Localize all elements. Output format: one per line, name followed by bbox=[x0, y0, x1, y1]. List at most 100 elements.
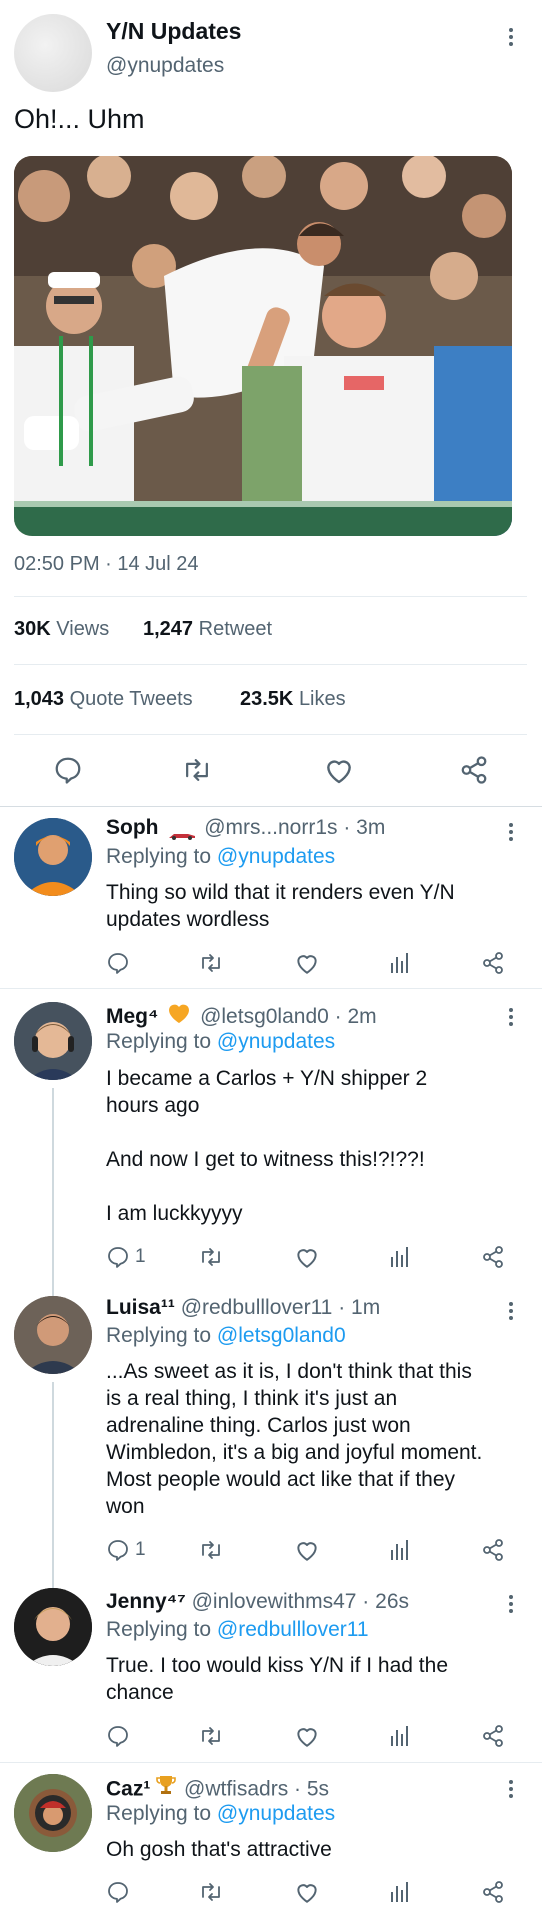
replying-to-label: Replying to bbox=[106, 1030, 212, 1053]
reply-handle[interactable]: @redbulllover11 · 1m bbox=[181, 1296, 381, 1319]
trophy-icon bbox=[156, 1774, 176, 1802]
replying-to: Replying to @ynupdates bbox=[106, 1802, 335, 1826]
like-icon[interactable] bbox=[323, 755, 355, 785]
reply-text-line: adrenaline thing. Carlos just won bbox=[106, 1414, 411, 1437]
reply-text: ...As sweet as it is, I don't think that… bbox=[106, 1358, 482, 1520]
reply-text-line: Thing so wild that it renders even Y/N bbox=[106, 881, 455, 904]
tweet-photo[interactable] bbox=[14, 156, 512, 536]
reply-text-line: Most people would act like that if they bbox=[106, 1468, 456, 1491]
like-icon[interactable] bbox=[294, 951, 320, 975]
retweet-icon[interactable] bbox=[198, 1245, 224, 1269]
analytics-icon[interactable] bbox=[389, 951, 411, 975]
reply-display-name[interactable]: Meg⁴ bbox=[106, 1005, 158, 1028]
reply-text-line: is a real thing, I think it's just an bbox=[106, 1387, 398, 1410]
reply-icon[interactable] bbox=[106, 1724, 130, 1748]
like-icon[interactable] bbox=[294, 1245, 320, 1269]
views-label: Views bbox=[56, 618, 110, 640]
replying-to-handle[interactable]: @ynupdates bbox=[217, 1802, 335, 1825]
reply-handle[interactable]: @letsg0land0 · 2m bbox=[200, 1005, 377, 1028]
reply-handle[interactable]: @mrs...norr1s · 3m bbox=[204, 816, 385, 839]
reply-header: Jenny⁴⁷ @inlovewithms47 · 26s bbox=[106, 1590, 409, 1614]
share-icon[interactable] bbox=[481, 1538, 505, 1562]
reply-handle[interactable]: @wtfisadrs · 5s bbox=[184, 1778, 329, 1801]
retweet-icon[interactable] bbox=[181, 755, 213, 785]
crowd-photo-image bbox=[14, 156, 512, 536]
thread-line bbox=[52, 1382, 54, 1588]
reply-count: 1 bbox=[135, 1246, 146, 1267]
author-avatar[interactable] bbox=[14, 14, 92, 92]
more-options-icon[interactable] bbox=[508, 823, 514, 844]
retweet-icon[interactable] bbox=[198, 951, 224, 975]
reply-icon[interactable] bbox=[106, 1880, 130, 1904]
retweet-icon[interactable] bbox=[198, 1724, 224, 1748]
reply-text-line: True. I too would kiss Y/N if I had the bbox=[106, 1654, 448, 1677]
replying-to-label: Replying to bbox=[106, 845, 212, 868]
reply-display-name[interactable]: Soph bbox=[106, 816, 159, 839]
reply-header: Soph @mrs...norr1s · 3m bbox=[106, 816, 385, 840]
replying-to-handle[interactable]: @ynupdates bbox=[217, 1030, 335, 1053]
reply-avatar[interactable] bbox=[14, 1296, 92, 1374]
views-count: 30K bbox=[14, 618, 51, 640]
reply-text-line: updates wordless bbox=[106, 908, 270, 931]
more-options-icon[interactable] bbox=[508, 28, 514, 49]
reply-handle[interactable]: @inlovewithms47 · 26s bbox=[192, 1590, 409, 1613]
share-icon[interactable] bbox=[481, 1880, 505, 1904]
share-icon[interactable] bbox=[481, 1245, 505, 1269]
share-icon[interactable] bbox=[481, 951, 505, 975]
like-icon[interactable] bbox=[294, 1724, 320, 1748]
reply-text-line: And now I get to witness this!?!??! bbox=[106, 1148, 425, 1171]
reply-text-line: chance bbox=[106, 1681, 174, 1704]
likes-label: Likes bbox=[298, 688, 346, 710]
share-icon[interactable] bbox=[459, 755, 489, 785]
analytics-icon[interactable] bbox=[389, 1724, 411, 1748]
share-icon[interactable] bbox=[481, 1724, 505, 1748]
reply-icon[interactable] bbox=[53, 755, 83, 785]
retweet-stat[interactable]: 1,247 Retweet bbox=[143, 618, 272, 641]
more-options-icon[interactable] bbox=[508, 1595, 514, 1616]
reply-text: Oh gosh that's attractive bbox=[106, 1836, 332, 1863]
reply-display-name[interactable]: Jenny⁴⁷ bbox=[106, 1590, 186, 1613]
retweet-icon[interactable] bbox=[198, 1880, 224, 1904]
reply-icon[interactable] bbox=[106, 1245, 130, 1269]
likes-stat[interactable]: 23.5K Likes bbox=[240, 688, 346, 711]
like-icon[interactable] bbox=[294, 1538, 320, 1562]
replying-to-handle[interactable]: @letsg0land0 bbox=[217, 1324, 346, 1347]
tweet-text: Oh!... Uhm bbox=[14, 104, 145, 134]
reply-avatar[interactable] bbox=[14, 1002, 92, 1080]
analytics-icon[interactable] bbox=[389, 1880, 411, 1904]
replying-to-handle[interactable]: @redbulllover11 bbox=[217, 1618, 369, 1641]
reply-avatar[interactable] bbox=[14, 1774, 92, 1852]
reply-text: I became a Carlos + Y/N shipper 2 hours … bbox=[106, 1065, 427, 1227]
more-options-icon[interactable] bbox=[508, 1008, 514, 1029]
reply-display-name[interactable]: Caz¹ bbox=[106, 1778, 150, 1801]
author-display-name[interactable]: Y/N Updates bbox=[106, 18, 241, 45]
more-options-icon[interactable] bbox=[508, 1780, 514, 1801]
reply-text: True. I too would kiss Y/N if I had the … bbox=[106, 1652, 448, 1706]
retweet-count: 1,247 bbox=[143, 618, 194, 640]
reply-icon[interactable] bbox=[106, 1538, 130, 1562]
tweet-timestamp[interactable]: 02:50 PM · 14 Jul 24 bbox=[14, 553, 199, 576]
reply-count: 1 bbox=[135, 1539, 146, 1560]
retweet-icon[interactable] bbox=[198, 1538, 224, 1562]
author-handle[interactable]: @ynupdates bbox=[106, 54, 224, 78]
reply-icon[interactable] bbox=[106, 951, 130, 975]
replying-to-handle[interactable]: @ynupdates bbox=[217, 845, 335, 868]
views-stat[interactable]: 30K Views bbox=[14, 618, 109, 641]
retweet-label: Retweet bbox=[198, 618, 272, 640]
like-icon[interactable] bbox=[294, 1880, 320, 1904]
quote-count: 1,043 bbox=[14, 688, 65, 710]
reply-text-line: hours ago bbox=[106, 1094, 200, 1117]
reply-text-line: Oh gosh that's attractive bbox=[106, 1838, 332, 1861]
more-options-icon[interactable] bbox=[508, 1302, 514, 1323]
race-car-icon bbox=[168, 822, 196, 840]
reply-avatar[interactable] bbox=[14, 1588, 92, 1666]
analytics-icon[interactable] bbox=[389, 1245, 411, 1269]
reply-display-name[interactable]: Luisa¹¹ bbox=[106, 1296, 175, 1319]
quote-tweets-stat[interactable]: 1,043 Quote Tweets bbox=[14, 688, 193, 711]
divider bbox=[14, 734, 527, 735]
reply-avatar[interactable] bbox=[14, 818, 92, 896]
analytics-icon[interactable] bbox=[389, 1538, 411, 1562]
reply-text-line bbox=[106, 1173, 427, 1200]
replying-to: Replying to @ynupdates bbox=[106, 845, 335, 869]
replying-to-label: Replying to bbox=[106, 1618, 212, 1641]
